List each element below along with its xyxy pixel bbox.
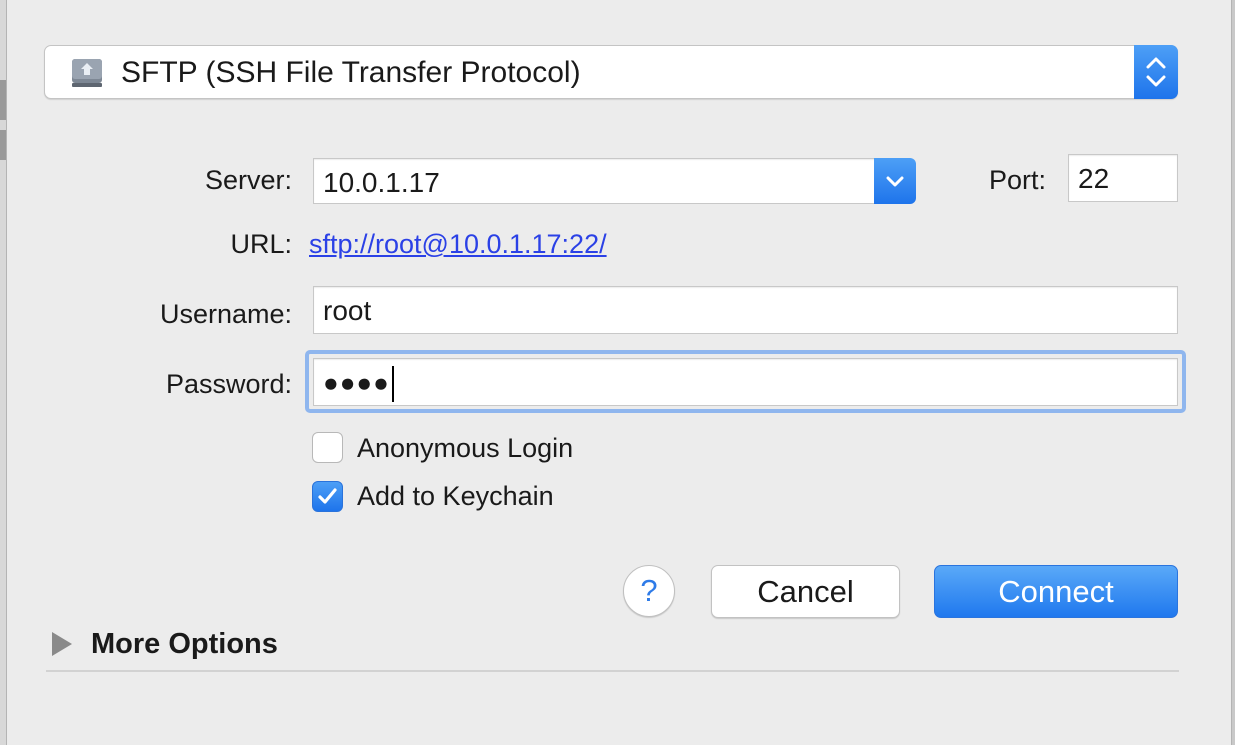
popup-stepper-icon[interactable]	[1134, 45, 1178, 99]
password-input[interactable]: ●●●●	[313, 358, 1178, 406]
anonymous-login-checkbox[interactable]	[312, 432, 343, 463]
add-to-keychain-label[interactable]: Add to Keychain	[357, 480, 554, 512]
connect-button[interactable]: Connect	[934, 565, 1178, 618]
help-button[interactable]: ?	[623, 565, 675, 617]
cancel-button[interactable]: Cancel	[711, 565, 900, 618]
password-label: Password:	[165, 369, 292, 399]
add-to-keychain-checkbox[interactable]	[312, 481, 343, 512]
port-input[interactable]: 22	[1068, 154, 1178, 202]
port-label: Port:	[988, 165, 1046, 195]
more-options-label[interactable]: More Options	[91, 627, 278, 661]
divider	[46, 670, 1179, 672]
server-input[interactable]: 10.0.1.17	[313, 158, 878, 204]
network-disk-icon	[69, 57, 105, 89]
url-label: URL:	[230, 229, 292, 259]
anonymous-login-label[interactable]: Anonymous Login	[357, 432, 573, 464]
username-input[interactable]: root	[313, 286, 1178, 334]
password-mask: ●●●●	[323, 367, 390, 398]
text-caret	[391, 366, 394, 402]
url-link[interactable]: sftp://root@10.0.1.17:22/	[309, 228, 607, 260]
protocol-popup[interactable]: SFTP (SSH File Transfer Protocol)	[44, 45, 1178, 99]
server-label: Server:	[204, 165, 292, 195]
protocol-label: SFTP (SSH File Transfer Protocol)	[121, 56, 581, 89]
username-label: Username:	[159, 299, 292, 329]
disclosure-triangle-icon[interactable]	[52, 632, 72, 656]
checkmark-icon	[318, 488, 337, 504]
